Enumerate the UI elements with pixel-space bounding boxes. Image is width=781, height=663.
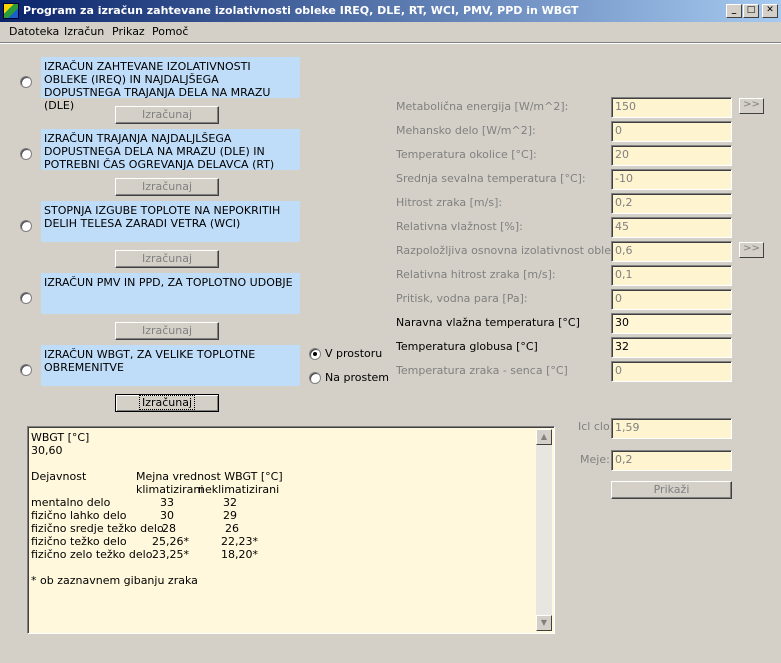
row-value-a: 30 <box>160 509 174 522</box>
results-footnote: * ob zaznavnem gibanju zraka <box>31 574 198 587</box>
option-wbgt-label: IZRAČUN WBGT, ZA VELIKE TOPLOTNE OBREMEN… <box>41 345 300 386</box>
close-button[interactable]: ✕ <box>762 4 778 18</box>
col-limit-header: Mejna vrednost WBGT [°C] <box>136 470 283 483</box>
col-sub-a: klimatizirani <box>136 483 204 496</box>
param-label-mech-work: Mehansko delo [W/m^2]: <box>396 124 536 137</box>
param-label-humidity: Relativna vlažnost [%]: <box>396 220 523 233</box>
ambient-temp-field[interactable]: 20 <box>611 145 732 166</box>
metabolic-expand-button[interactable]: >> <box>739 98 764 114</box>
param-label-radiant-temp: Srednja sevalna temperatura [°C]: <box>396 172 586 185</box>
menu-separator <box>0 42 781 44</box>
row-value-b: 32 <box>223 496 237 509</box>
mode-indoor-label: V prostoru <box>325 347 383 360</box>
row-activity: fizično sredje težko delo <box>31 522 164 535</box>
option-rt-label: IZRAČUN TRAJANJA NAJDALJLŠEGA DOPUSTNEGA… <box>41 129 300 171</box>
row-value-a: 25,26* <box>152 535 189 548</box>
calc-wbgt-button[interactable]: Izračunaj <box>115 394 219 412</box>
app-icon <box>3 3 19 19</box>
row-value-a: 23,25* <box>152 548 189 561</box>
show-button[interactable]: Prikaži <box>611 481 732 499</box>
row-value-b: 29 <box>223 509 237 522</box>
mode-outdoor-label: Na prostem <box>325 371 389 384</box>
option-wci-radio[interactable] <box>20 220 32 232</box>
insulation-expand-button[interactable]: >> <box>739 242 764 258</box>
maximize-button[interactable]: □ <box>743 4 759 18</box>
row-activity: mentalno delo <box>31 496 111 509</box>
humidity-field[interactable]: 45 <box>611 217 732 238</box>
results-value: 30,60 <box>31 444 63 457</box>
globe-temp-field[interactable]: 32 <box>611 337 732 358</box>
param-label-insulation: Razpoložljiva osnovna izolativnost oblek… <box>396 244 641 257</box>
param-label-globe-temp: Temperatura globusa [°C] <box>396 340 538 353</box>
shade-temp-field[interactable]: 0 <box>611 361 732 382</box>
calc-rt-button[interactable]: Izračunaj <box>115 178 219 196</box>
icl-label: Icl clo: <box>578 420 614 433</box>
row-value-b: 26 <box>225 522 239 535</box>
param-label-air-speed: Hitrost zraka [m/s]: <box>396 196 503 209</box>
scroll-up-icon[interactable]: ▲ <box>536 429 552 445</box>
minimize-button[interactable]: _ <box>726 4 742 18</box>
results-textarea[interactable]: WBGT [°C] 30,60 Dejavnost Mejna vrednost… <box>27 426 555 634</box>
row-activity: fizično zelo težko delo <box>31 548 153 561</box>
param-label-metabolic: Metabolična energija [W/m^2]: <box>396 100 569 113</box>
results-title: WBGT [°C] <box>31 431 90 444</box>
scroll-down-icon[interactable]: ▼ <box>536 615 552 631</box>
param-label-rel-air-speed: Relativna hitrost zraka [m/s]: <box>396 268 556 281</box>
menu-prikaz[interactable]: Prikaz <box>112 25 145 38</box>
title-bar: Program za izračun zahtevane izolativnos… <box>0 0 781 22</box>
option-pmv-radio[interactable] <box>20 292 32 304</box>
row-value-b: 18,20* <box>221 548 258 561</box>
col-activity-header: Dejavnost <box>31 470 87 483</box>
radiant-temp-field[interactable]: -10 <box>611 169 732 190</box>
meje-field[interactable]: 0,2 <box>611 450 732 471</box>
col-sub-b: neklimatizirani <box>198 483 280 496</box>
param-label-ambient-temp: Temperatura okolice [°C]: <box>396 148 537 161</box>
row-activity: fizično lahko delo <box>31 509 127 522</box>
rel-air-speed-field[interactable]: 0,1 <box>611 265 732 286</box>
meje-label: Meje: <box>580 453 610 466</box>
air-speed-field[interactable]: 0,2 <box>611 193 732 214</box>
option-ireq-radio[interactable] <box>20 76 32 88</box>
menu-bar: Datoteka Izračun Prikaz Pomoč <box>0 22 781 42</box>
param-label-vapour-pressure: Pritisk, vodna para [Pa]: <box>396 292 528 305</box>
wet-bulb-temp-field[interactable]: 30 <box>611 313 732 334</box>
row-value-a: 28 <box>162 522 176 535</box>
metabolic-energy-field[interactable]: 150 <box>611 97 732 118</box>
calc-wci-button[interactable]: Izračunaj <box>115 250 219 268</box>
row-activity: fizično težko delo <box>31 535 127 548</box>
menu-datoteka[interactable]: Datoteka <box>9 25 59 38</box>
vapour-pressure-field[interactable]: 0 <box>611 289 732 310</box>
calc-ireq-button[interactable]: Izračunaj <box>115 106 219 124</box>
param-label-shade-temp: Temperatura zraka - senca [°C] <box>396 364 568 377</box>
param-label-wet-bulb: Naravna vlažna temperatura [°C] <box>396 316 580 329</box>
option-wbgt-radio[interactable] <box>20 364 32 376</box>
row-value-a: 33 <box>160 496 174 509</box>
option-pmv-label: IZRAČUN PMV IN PPD, ZA TOPLOTNO UDOBJE <box>41 273 300 314</box>
row-value-b: 22,23* <box>221 535 258 548</box>
mode-outdoor-radio[interactable] <box>309 372 321 384</box>
menu-pomoc[interactable]: Pomoč <box>152 25 188 38</box>
option-rt-radio[interactable] <box>20 148 32 160</box>
option-wci-label: STOPNJA IZGUBE TOPLOTE NA NEPOKRITIH DEL… <box>41 201 300 242</box>
mech-work-field[interactable]: 0 <box>611 121 732 142</box>
menu-izracun[interactable]: Izračun <box>64 25 104 38</box>
icl-field[interactable]: 1,59 <box>611 418 732 439</box>
window-title: Program za izračun zahtevane izolativnos… <box>23 4 579 17</box>
option-ireq-label: IZRAČUN ZAHTEVANE IZOLATIVNOSTI OBLEKE (… <box>41 57 300 112</box>
results-scrollbar[interactable]: ▲ ▼ <box>536 429 552 631</box>
calc-pmv-button[interactable]: Izračunaj <box>115 322 219 340</box>
mode-indoor-radio[interactable] <box>309 348 321 360</box>
insulation-field[interactable]: 0,6 <box>611 241 732 262</box>
